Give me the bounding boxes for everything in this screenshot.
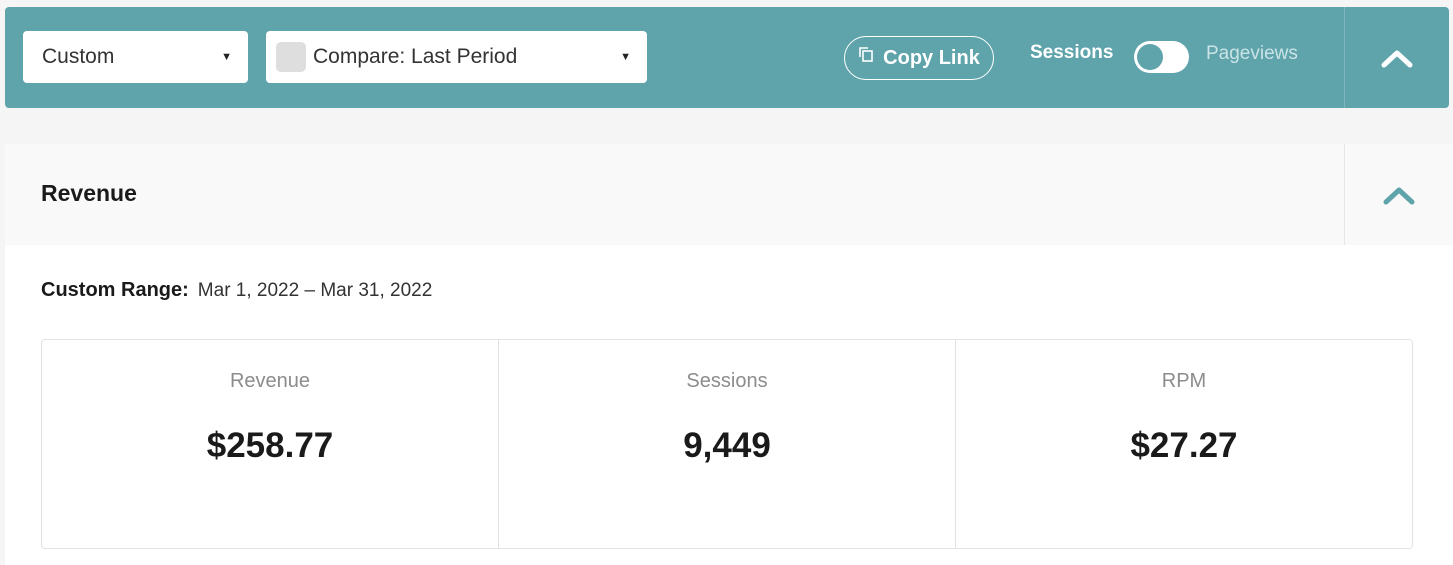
copy-link-button[interactable]: Copy Link	[844, 36, 994, 80]
stat-label: Sessions	[686, 370, 768, 392]
filter-toolbar: Custom ▼ Compare: Last Period ▼ Copy Lin…	[5, 7, 1449, 108]
compare-checkbox[interactable]	[276, 42, 306, 72]
chevron-up-icon	[1383, 187, 1415, 204]
revenue-card-header: Revenue	[5, 144, 1453, 245]
stat-value: 9,449	[683, 426, 771, 465]
stat-value: $258.77	[206, 426, 334, 465]
caret-down-icon: ▼	[620, 51, 631, 63]
date-range-value: Custom	[42, 45, 115, 68]
toggle-knob	[1137, 44, 1163, 70]
custom-range-line: Custom Range: Mar 1, 2022 – Mar 31, 2022	[41, 279, 432, 302]
sessions-toggle-label[interactable]: Sessions	[1030, 42, 1113, 64]
card-collapse-button[interactable]	[1344, 144, 1453, 245]
stat-label: RPM	[1161, 370, 1207, 392]
copy-icon	[859, 47, 873, 62]
chevron-up-icon	[1381, 50, 1413, 67]
sessions-pageviews-toggle[interactable]	[1134, 41, 1189, 73]
stat-sessions: Sessions 9,449	[499, 340, 956, 548]
toolbar-collapse-button[interactable]	[1344, 7, 1449, 108]
compare-select[interactable]: Compare: Last Period ▼	[266, 31, 647, 83]
copy-link-label: Copy Link	[883, 46, 980, 69]
revenue-card: Revenue Custom Range: Mar 1, 2022 – Mar …	[5, 144, 1453, 565]
stat-revenue: Revenue $258.77	[42, 340, 499, 548]
custom-range-value: Mar 1, 2022 – Mar 31, 2022	[197, 280, 433, 301]
stats-panel: Revenue $258.77 Sessions 9,449 RPM $27.2…	[41, 339, 1413, 549]
stat-rpm: RPM $27.27	[956, 340, 1412, 548]
pageviews-toggle-label[interactable]: Pageviews	[1206, 43, 1298, 65]
stat-value: $27.27	[1130, 426, 1238, 465]
card-title: Revenue	[41, 180, 137, 206]
caret-down-icon: ▼	[221, 51, 232, 63]
custom-range-label: Custom Range:	[41, 279, 189, 301]
compare-value: Compare: Last Period	[313, 45, 518, 68]
date-range-select[interactable]: Custom ▼	[23, 31, 248, 83]
stat-label: Revenue	[229, 370, 311, 392]
